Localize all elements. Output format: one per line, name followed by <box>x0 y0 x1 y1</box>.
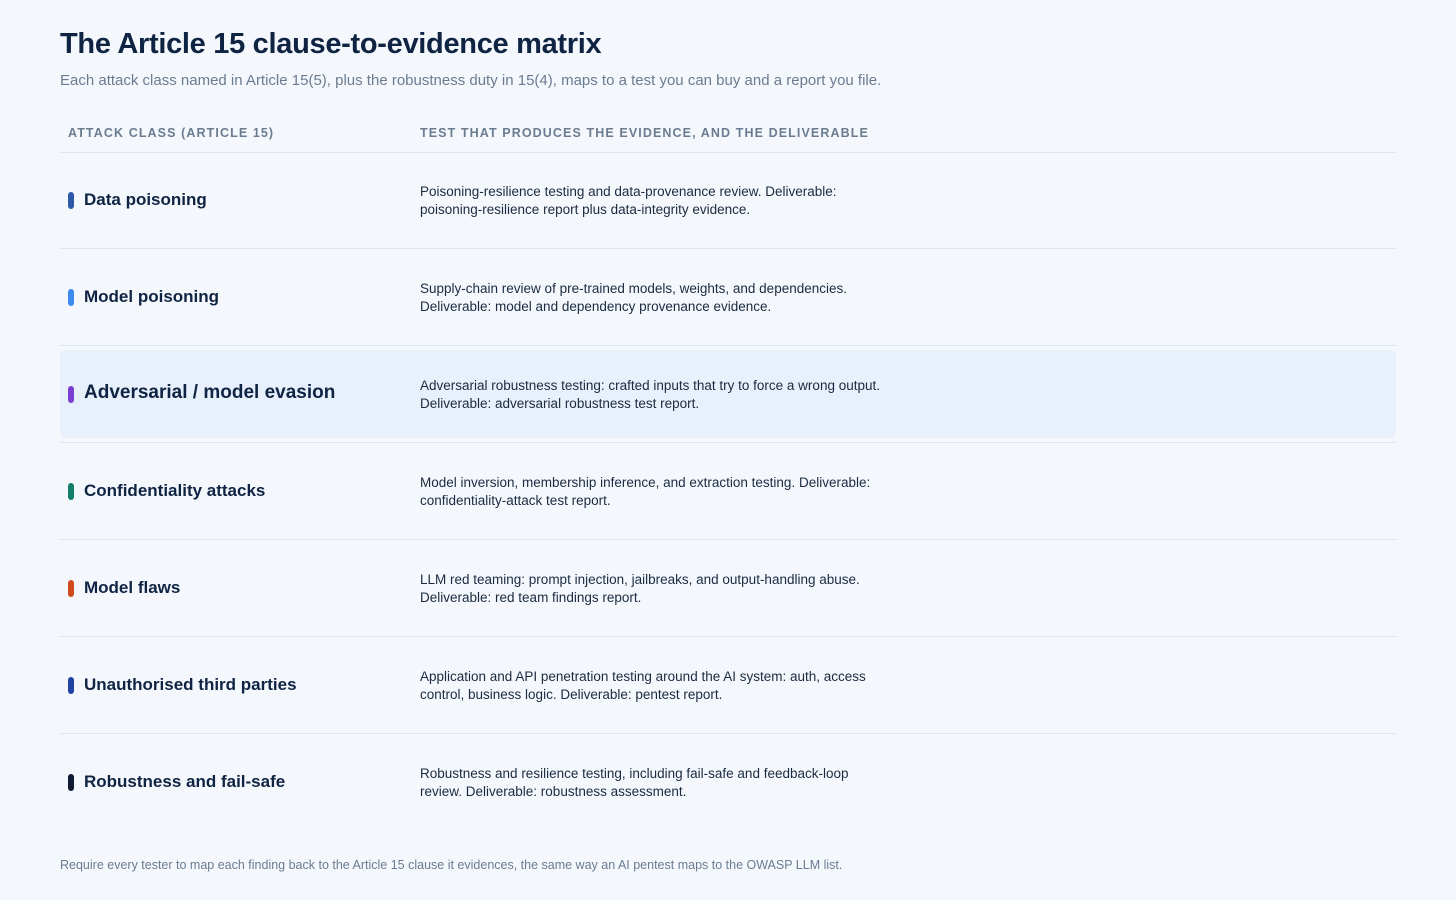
attack-class-name: Robustness and fail-safe <box>84 772 286 791</box>
test-deliverable-description: Model inversion, membership inference, a… <box>420 475 871 508</box>
test-deliverable-description: Adversarial robustness testing: crafted … <box>420 378 880 411</box>
row-color-marker <box>68 192 74 209</box>
page-title: The Article 15 clause-to-evidence matrix <box>60 28 602 60</box>
row-color-marker <box>68 580 74 597</box>
table-row: Model flaws LLM red teaming: prompt injec… <box>60 540 1396 637</box>
attack-class-name: Adversarial / model evasion <box>84 382 336 403</box>
row-color-marker <box>68 677 74 694</box>
table-row: Unauthorised third parties Application an… <box>60 637 1396 734</box>
table-row: Data poisoning Poisoning-resilience testi… <box>60 152 1396 249</box>
page-subtitle: Each attack class named in Article 15(5)… <box>60 72 882 89</box>
table-row: Confidentiality attacks Model inversion, … <box>60 443 1396 540</box>
table-header: ATTACK CLASS (ARTICLE 15) TEST THAT PROD… <box>60 118 1396 153</box>
row-color-marker <box>68 289 74 306</box>
attack-class-name: Model poisoning <box>84 287 220 306</box>
test-deliverable-description: Poisoning-resilience testing and data-pr… <box>420 184 837 217</box>
row-color-marker <box>68 483 74 500</box>
attack-class-name: Unauthorised third parties <box>84 675 297 694</box>
table-row: Model poisoning Supply-chain review of pr… <box>60 249 1396 346</box>
column-header-attack-class: ATTACK CLASS (ARTICLE 15) <box>68 126 275 140</box>
row-color-marker <box>68 774 74 791</box>
table-body: Data poisoning Poisoning-resilience testi… <box>60 152 1396 830</box>
row-color-marker <box>68 386 74 403</box>
test-deliverable-description: Application and API penetration testing … <box>420 669 866 702</box>
test-deliverable-description: Supply-chain review of pre-trained model… <box>420 281 847 314</box>
table-row: Robustness and fail-safe Robustness and r… <box>60 734 1396 830</box>
attack-class-name: Data poisoning <box>84 190 207 209</box>
test-deliverable-description: LLM red teaming: prompt injection, jailb… <box>420 572 860 605</box>
attack-class-name: Model flaws <box>84 578 181 597</box>
test-deliverable-description: Robustness and resilience testing, inclu… <box>420 766 849 799</box>
column-header-test: TEST THAT PRODUCES THE EVIDENCE, AND THE… <box>420 126 869 140</box>
attack-class-name: Confidentiality attacks <box>84 481 266 500</box>
table-row: Adversarial / model evasion Adversarial r… <box>60 346 1396 443</box>
footnote: Require every tester to map each finding… <box>60 858 843 872</box>
